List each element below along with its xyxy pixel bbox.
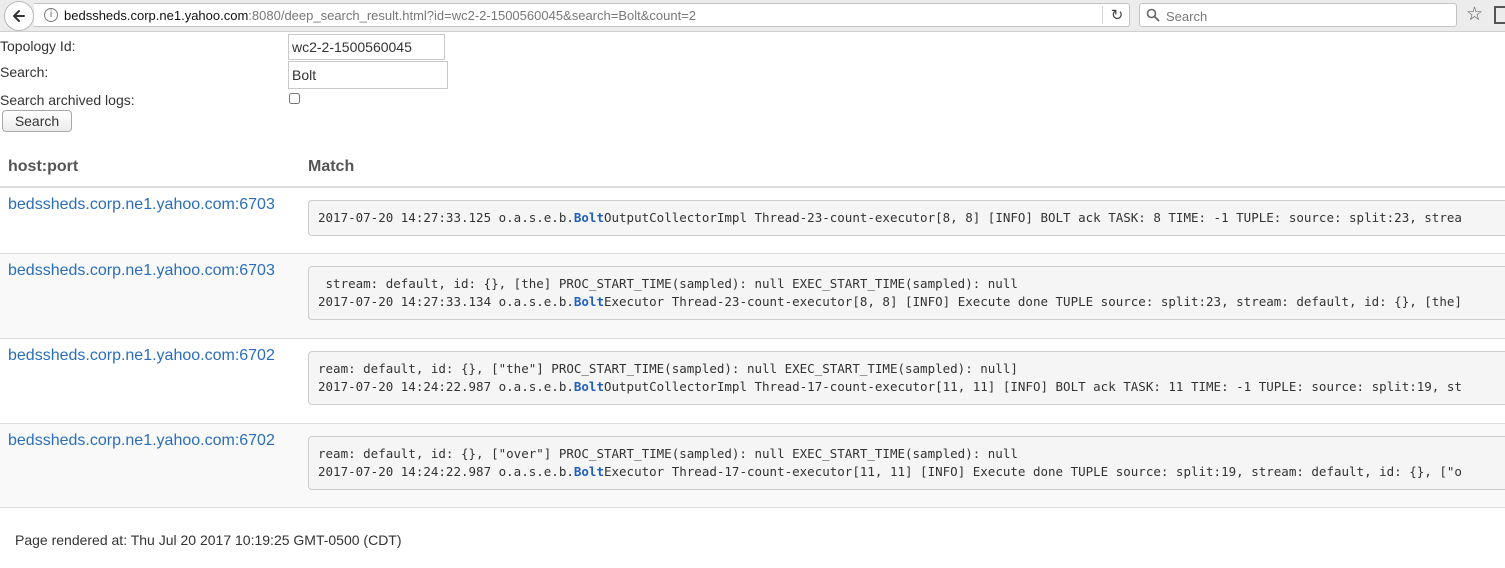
log-line: stream: default, id: {}, [the] PROC_STAR…	[318, 275, 1505, 293]
search-icon	[1146, 8, 1160, 22]
log-snippet: stream: default, id: {}, [the] PROC_STAR…	[308, 266, 1505, 320]
reload-icon[interactable]: ↻	[1102, 6, 1127, 24]
match-cell: ream: default, id: {}, ["over"] PROC_STA…	[300, 423, 1505, 508]
log-text: ream: default, id: {}, ["the"] PROC_STAR…	[318, 361, 1018, 376]
search-button[interactable]: Search	[2, 110, 72, 132]
bookmarks-library-icon[interactable]	[1494, 6, 1505, 24]
match-cell: stream: default, id: {}, [the] PROC_STAR…	[300, 253, 1505, 339]
log-line: 2017-07-20 14:24:22.987 o.a.s.e.b.BoltEx…	[318, 463, 1505, 481]
back-button[interactable]	[4, 1, 34, 31]
host-cell: bedssheds.corp.ne1.yahoo.com:6703	[0, 253, 300, 339]
url-path: :8080/deep_search_result.html?id=wc2-2-1…	[248, 8, 697, 23]
log-line: 2017-07-20 14:24:22.987 o.a.s.e.b.BoltOu…	[318, 378, 1505, 396]
bookmark-star-icon[interactable]: ☆	[1466, 3, 1483, 25]
url-host: bedssheds.corp.ne1.yahoo.com	[64, 8, 249, 23]
host-cell: bedssheds.corp.ne1.yahoo.com:6702	[0, 423, 300, 508]
search-archived-checkbox[interactable]	[289, 93, 300, 104]
log-line: ream: default, id: {}, ["the"] PROC_STAR…	[318, 360, 1505, 378]
match-highlight: Bolt	[573, 210, 604, 225]
log-text: Executor Thread-17-count-executor[11, 11…	[603, 464, 1462, 479]
log-text: 2017-07-20 14:24:22.987 o.a.s.e.b.	[318, 464, 574, 479]
table-row: bedssheds.corp.ne1.yahoo.com:6703 2017-0…	[0, 187, 1505, 254]
log-text: 2017-07-20 14:27:33.134 o.a.s.e.b.	[318, 294, 574, 309]
log-text: Executor Thread-23-count-executor[8, 8] …	[603, 294, 1462, 309]
log-line: 2017-07-20 14:27:33.125 o.a.s.e.b.BoltOu…	[318, 209, 1505, 227]
browser-search-input[interactable]	[1164, 6, 1448, 26]
match-highlight: Bolt	[573, 464, 604, 479]
log-snippet: ream: default, id: {}, ["over"] PROC_STA…	[308, 436, 1505, 490]
browser-search-bar[interactable]	[1139, 3, 1457, 27]
match-cell: ream: default, id: {}, ["the"] PROC_STAR…	[300, 338, 1505, 424]
topology-id-label: Topology Id:	[0, 38, 76, 54]
table-row: bedssheds.corp.ne1.yahoo.com:6702 ream: …	[0, 338, 1505, 424]
table-row: bedssheds.corp.ne1.yahoo.com:6702 ream: …	[0, 423, 1505, 508]
log-line: 2017-07-20 14:27:33.134 o.a.s.e.b.BoltEx…	[318, 293, 1505, 311]
log-text: 2017-07-20 14:24:22.987 o.a.s.e.b.	[318, 379, 574, 394]
match-cell: 2017-07-20 14:27:33.125 o.a.s.e.b.BoltOu…	[300, 187, 1505, 254]
log-text: OutputCollectorImpl Thread-17-count-exec…	[603, 379, 1462, 394]
search-term-input[interactable]	[288, 61, 448, 89]
log-text: OutputCollectorImpl Thread-23-count-exec…	[603, 210, 1462, 225]
table-row: bedssheds.corp.ne1.yahoo.com:6703 stream…	[0, 253, 1505, 339]
host-cell: bedssheds.corp.ne1.yahoo.com:6703	[0, 187, 300, 254]
table-header-row: host:port Match	[0, 147, 1505, 188]
page-rendered-timestamp: Page rendered at: Thu Jul 20 2017 10:19:…	[15, 532, 402, 548]
search-archived-label: Search archived logs:	[0, 92, 135, 108]
log-line: ream: default, id: {}, ["over"] PROC_STA…	[318, 445, 1505, 463]
log-snippet: ream: default, id: {}, ["the"] PROC_STAR…	[308, 351, 1505, 405]
column-header-host-port: host:port	[0, 147, 300, 188]
host-cell: bedssheds.corp.ne1.yahoo.com:6702	[0, 338, 300, 424]
topology-id-input[interactable]	[288, 34, 445, 60]
log-text: stream: default, id: {}, [the] PROC_STAR…	[318, 276, 1018, 291]
url-text[interactable]: bedssheds.corp.ne1.yahoo.com:8080/deep_s…	[64, 8, 696, 23]
address-bar[interactable]: i bedssheds.corp.ne1.yahoo.com:8080/deep…	[34, 3, 1130, 27]
match-highlight: Bolt	[573, 294, 604, 309]
results-table: host:port Match bedssheds.corp.ne1.yahoo…	[0, 147, 1505, 508]
back-arrow-icon	[13, 10, 25, 22]
browser-toolbar: i bedssheds.corp.ne1.yahoo.com:8080/deep…	[0, 0, 1505, 32]
info-icon[interactable]: i	[44, 8, 58, 22]
search-label: Search:	[0, 64, 49, 80]
log-text: 2017-07-20 14:27:33.125 o.a.s.e.b.	[318, 210, 574, 225]
host-port-link[interactable]: bedssheds.corp.ne1.yahoo.com:6702	[8, 347, 275, 364]
match-highlight: Bolt	[573, 379, 604, 394]
column-header-match: Match	[300, 147, 1505, 188]
host-port-link[interactable]: bedssheds.corp.ne1.yahoo.com:6702	[8, 432, 275, 449]
log-snippet: 2017-07-20 14:27:33.125 o.a.s.e.b.BoltOu…	[308, 200, 1505, 236]
host-port-link[interactable]: bedssheds.corp.ne1.yahoo.com:6703	[8, 262, 275, 279]
host-port-link[interactable]: bedssheds.corp.ne1.yahoo.com:6703	[8, 196, 275, 213]
log-text: ream: default, id: {}, ["over"] PROC_STA…	[318, 446, 1018, 461]
